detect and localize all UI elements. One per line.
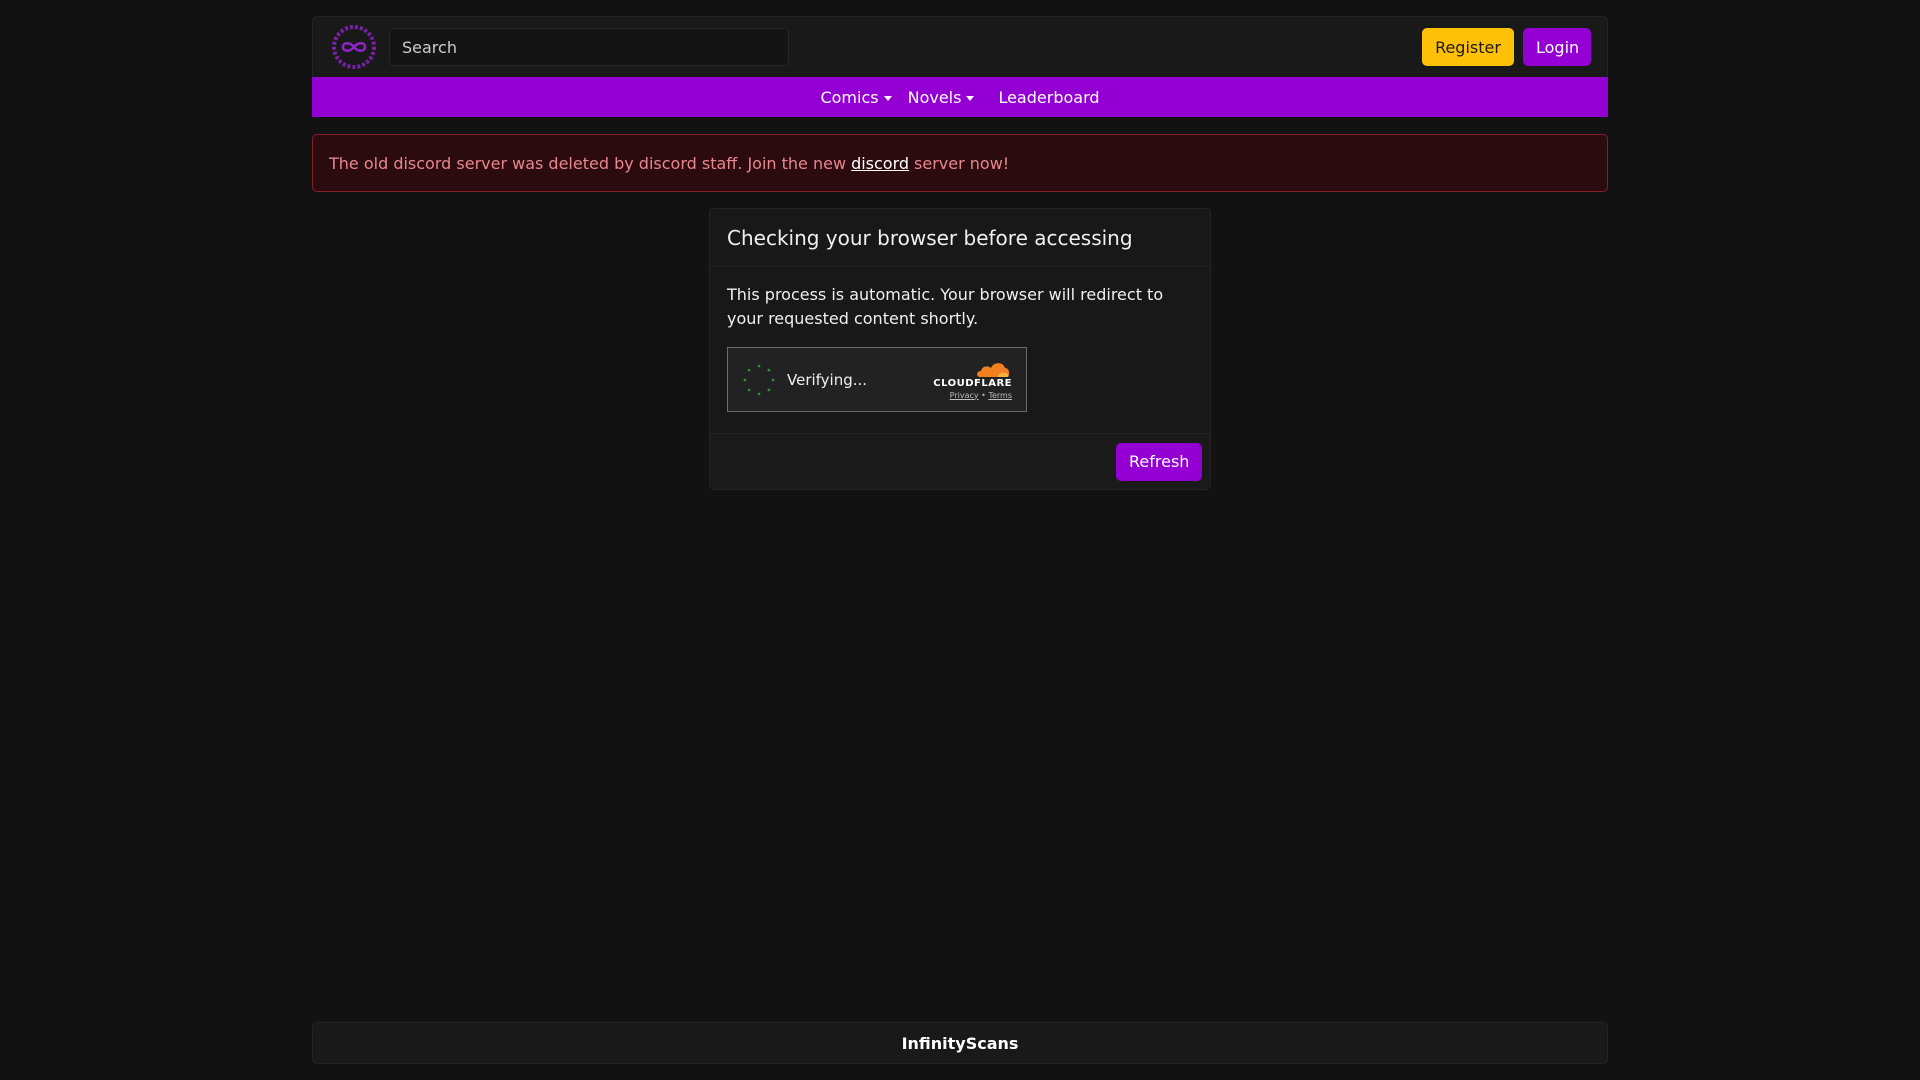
discord-link[interactable]: discord: [851, 154, 909, 173]
footer-site-name: InfinityScans: [901, 1033, 1019, 1053]
cloudflare-links: Privacy • Terms: [950, 391, 1012, 400]
infinity-scans-logo-icon: [332, 25, 376, 69]
alert-text-before: The old discord server was deleted by di…: [329, 153, 847, 173]
cloudflare-brand: CLOUDFLARE Privacy • Terms: [933, 360, 1012, 400]
register-button[interactable]: Register: [1422, 28, 1514, 66]
discord-alert: The old discord server was deleted by di…: [312, 134, 1608, 192]
nav-novels-label: Novels: [907, 87, 962, 107]
privacy-link[interactable]: Privacy: [950, 391, 979, 400]
loading-spinner-icon: [743, 364, 775, 395]
nav-leaderboard-label: Leaderboard: [998, 87, 1100, 107]
cloudflare-wordmark: CLOUDFLARE: [933, 377, 1012, 389]
browser-check-card: Checking your browser before accessing T…: [709, 208, 1211, 490]
nav-comics-label: Comics: [820, 87, 879, 107]
card-body: This process is automatic. Your browser …: [710, 267, 1210, 428]
nav-leaderboard-link[interactable]: Leaderboard: [998, 88, 1099, 107]
refresh-button[interactable]: Refresh: [1116, 442, 1202, 481]
main-nav: Comics Novels Leaderboard: [312, 77, 1608, 117]
link-separator: •: [981, 390, 986, 400]
verifying-status: Verifying...: [787, 370, 868, 389]
site-logo[interactable]: [329, 22, 379, 72]
nav-comics-dropdown[interactable]: Comics: [820, 87, 892, 107]
search-input[interactable]: [389, 28, 789, 66]
terms-link[interactable]: Terms: [988, 391, 1012, 400]
login-button[interactable]: Login: [1523, 28, 1591, 66]
chevron-down-icon: [966, 95, 975, 101]
chevron-down-icon: [883, 95, 892, 101]
card-title: Checking your browser before accessing: [710, 209, 1210, 267]
cloudflare-turnstile-widget[interactable]: Verifying... CLOUDFLARE Privacy • Terms: [727, 347, 1027, 412]
site-footer: InfinityScans: [312, 1022, 1608, 1064]
cloudflare-cloud-icon: [977, 362, 1010, 377]
card-description: This process is automatic. Your browser …: [727, 285, 1164, 328]
card-footer: Refresh: [710, 433, 1210, 489]
nav-novels-dropdown[interactable]: Novels: [908, 88, 975, 107]
site-header: Register Login: [312, 16, 1608, 77]
alert-text-after: server now!: [914, 153, 1010, 173]
